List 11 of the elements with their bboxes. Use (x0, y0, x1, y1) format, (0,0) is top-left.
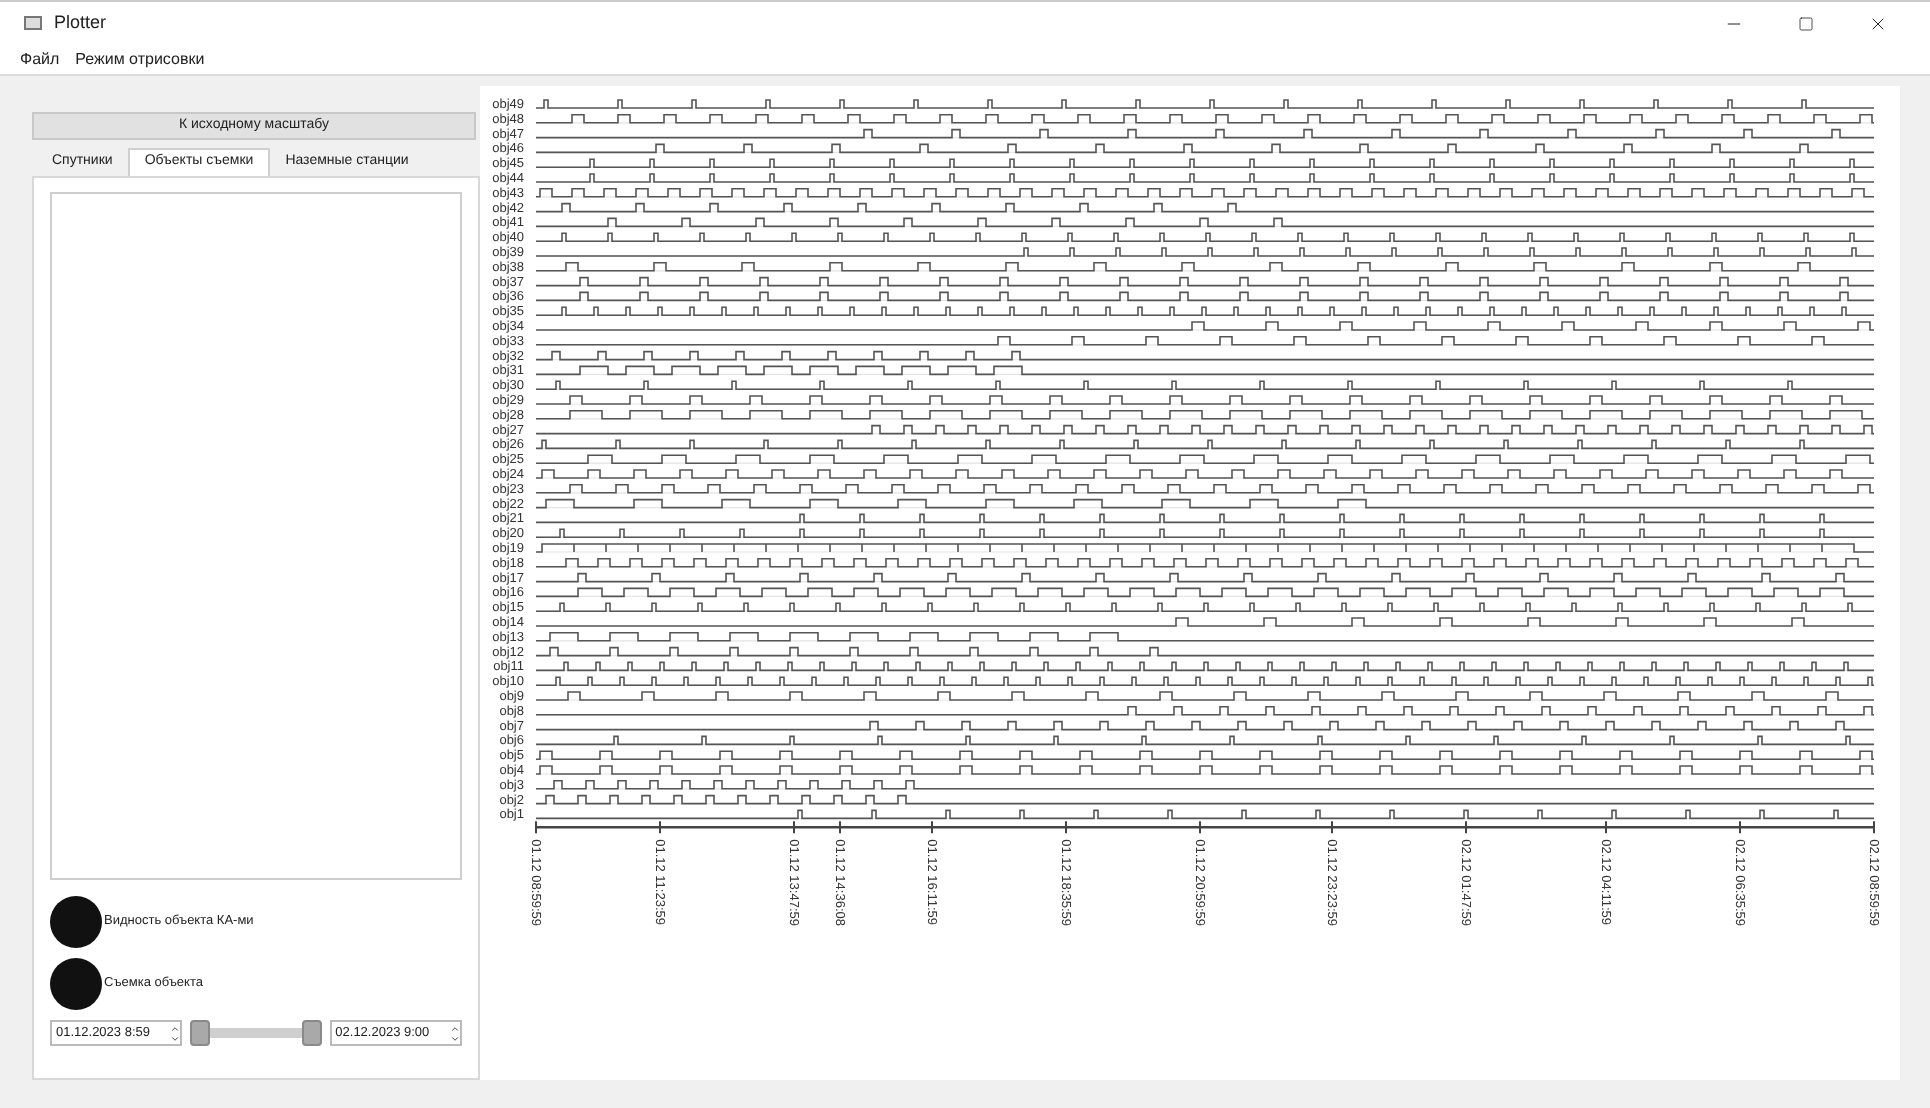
slider-handle[interactable] (190, 1020, 211, 1046)
slider-handle[interactable] (302, 1020, 323, 1046)
window-title: Plotter (54, 9, 107, 36)
menu-item[interactable]: Режим отрисовки (75, 47, 205, 71)
menu-item[interactable]: Файл (20, 47, 60, 71)
spinner-icon[interactable] (170, 1023, 181, 1043)
maximize-icon (1798, 15, 1814, 31)
close-icon (1868, 13, 1888, 33)
spinner-icon[interactable] (450, 1023, 460, 1043)
app-icon (24, 16, 42, 30)
range-slider[interactable] (190, 1020, 322, 1046)
